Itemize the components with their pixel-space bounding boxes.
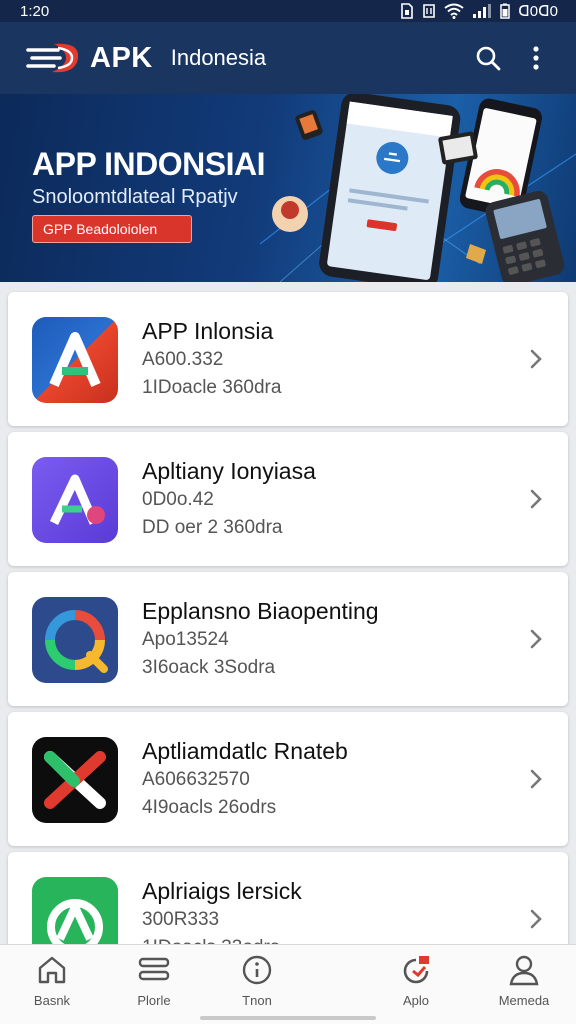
app-list-item[interactable]: APP Inlonsia A600.332 1IDoacle 360dra <box>8 292 568 426</box>
nav-item-info[interactable]: Tnon <box>207 953 307 1008</box>
app-info: Apltiany Ionyiasa 0D0o.42 DD oer 2 360dr… <box>142 456 316 542</box>
app-id: 0D0o.42 <box>142 489 214 510</box>
app-bar: APK Indonesia <box>0 22 576 94</box>
status-bar: 1:20 ᗡ0ᗡ0 <box>0 0 576 22</box>
brand-name: APK <box>90 41 153 74</box>
chevron-right-icon <box>530 489 542 509</box>
nav-item-home[interactable]: Basnk <box>2 953 102 1008</box>
more-options-button[interactable] <box>514 36 558 80</box>
app-id: A606632570 <box>142 769 250 790</box>
apk-a-purple-icon <box>32 457 118 543</box>
app-id: 300R333 <box>142 909 220 930</box>
app-list-item[interactable]: Aptliamdatlc Rnateb A606632570 4I9oacls … <box>8 712 568 846</box>
nav-label: Memeda <box>498 993 550 1008</box>
menu-lines-icon <box>138 957 170 981</box>
status-icons: ᗡ0ᗡ0 <box>400 2 558 20</box>
app-id: A600.332 <box>142 349 224 370</box>
nav-label: Aplo <box>402 993 430 1008</box>
app-name: Epplansno Biaopenting <box>142 598 379 624</box>
wifi-icon <box>444 3 464 19</box>
notification-refresh-icon <box>403 956 429 984</box>
app-meta: 3I6oack 3Sodra <box>142 657 276 678</box>
app-id: Apo13524 <box>142 629 229 650</box>
app-name: Aplriaigs lersick <box>142 878 302 904</box>
app-info: Aptliamdatlc Rnateb A606632570 4I9oacls … <box>142 736 348 822</box>
devices-illustration <box>260 94 576 282</box>
more-vert-icon <box>533 46 539 70</box>
region-label: Indonesia <box>170 45 267 70</box>
nav-item-account[interactable]: Memeda <box>474 953 574 1008</box>
chevron-right-icon <box>530 349 542 369</box>
app-list-item[interactable]: Apltiany Ionyiasa 0D0o.42 DD oer 2 360dr… <box>8 432 568 566</box>
search-icon <box>476 46 501 71</box>
nav-label: Basnk <box>33 993 71 1008</box>
banner-title: APP INDONSIAI <box>32 146 265 182</box>
colorful-swirl-icon <box>32 597 118 683</box>
battery-icon <box>500 3 511 19</box>
info-circle-icon <box>242 955 272 985</box>
app-meta: 1IDoacle 360dra <box>142 377 282 398</box>
sim-icon <box>401 3 414 19</box>
nfc-icon <box>423 4 436 18</box>
app-name: APP Inlonsia <box>142 318 274 344</box>
promo-banner[interactable]: APP INDONSIAI Snoloomtdlateal Rpatjv GPP… <box>0 94 576 282</box>
chevron-right-icon <box>530 629 542 649</box>
app-info: APP Inlonsia A600.332 1IDoacle 360dra <box>142 316 281 402</box>
app-meta: 4I9oacls 26odrs <box>142 797 277 818</box>
app-name: Apltiany Ionyiasa <box>142 458 316 484</box>
app-name: Aptliamdatlc Rnateb <box>142 738 348 764</box>
app-info: Epplansno Biaopenting Apo13524 3I6oack 3… <box>142 596 379 682</box>
nav-item-apps[interactable]: Aplo <box>366 953 466 1008</box>
apk-logo-icon[interactable] <box>26 38 82 78</box>
signal-icon <box>473 4 492 18</box>
home-indicator[interactable] <box>200 1016 376 1020</box>
status-time: 1:20 <box>20 2 50 20</box>
app-meta: DD oer 2 360dra <box>142 517 283 538</box>
bottom-navigation: Basnk Plorle Tnon Aplo Memeda <box>0 944 576 1024</box>
banner-subtitle: Snoloomtdlateal Rpatjv <box>32 186 238 208</box>
banner-cta-button[interactable]: GPP Beadoloiolen <box>32 215 192 243</box>
chevron-right-icon <box>530 769 542 789</box>
nav-label: Tnon <box>242 993 272 1008</box>
chevron-right-icon <box>530 909 542 929</box>
nav-item-profile[interactable]: Plorle <box>104 953 204 1008</box>
nav-label: Plorle <box>137 993 171 1008</box>
search-button[interactable] <box>466 36 510 80</box>
apk-a-red-blue-icon <box>32 317 118 403</box>
app-list-item[interactable]: Epplansno Biaopenting Apo13524 3I6oack 3… <box>8 572 568 706</box>
home-icon <box>38 956 66 984</box>
person-icon <box>509 955 539 986</box>
red-green-x-icon <box>32 737 118 823</box>
battery-text: ᗡ0ᗡ0 <box>518 3 558 20</box>
